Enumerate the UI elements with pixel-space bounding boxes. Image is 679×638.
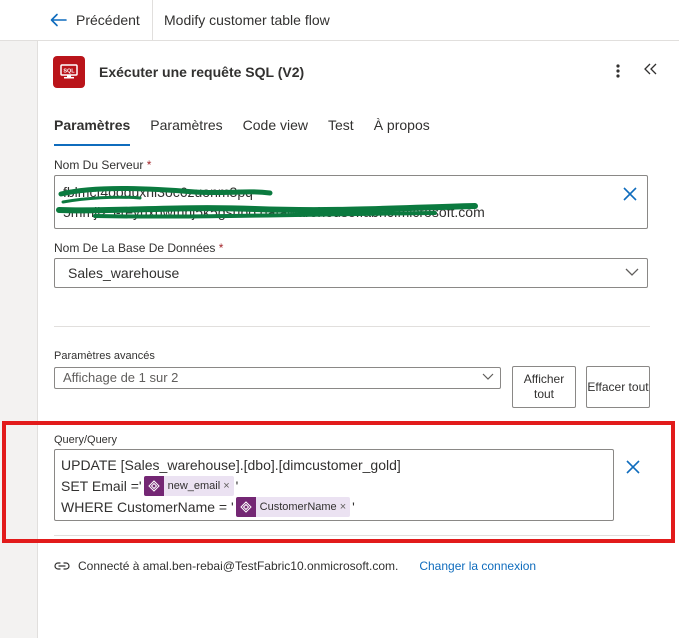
show-all-button[interactable]: Afficher tout xyxy=(512,366,576,408)
token-label: CustomerName xyxy=(259,501,337,513)
dynamic-content-token[interactable]: new_email × xyxy=(143,476,234,496)
chevron-down-icon xyxy=(625,268,639,276)
server-name-label: Nom Du Serveur * xyxy=(54,158,151,172)
server-name-input[interactable]: fblmcf4ooduxni3oc6zuonm3pq- 5mmji25-reyu… xyxy=(54,175,648,229)
advanced-params-select[interactable]: Affichage de 1 sur 2 xyxy=(54,367,501,389)
query-line-3-prefix: WHERE CustomerName = ' xyxy=(61,499,234,515)
arrow-left-icon xyxy=(50,13,67,27)
query-line-2: SET Email =' new_email × ' xyxy=(61,476,238,496)
flow-title: Modify customer table flow xyxy=(164,12,330,28)
token-label: new_email xyxy=(167,480,221,492)
link-icon xyxy=(54,562,70,570)
back-button-label: Précédent xyxy=(76,12,140,28)
redaction-scribble xyxy=(56,186,478,219)
query-line-2-prefix: SET Email =' xyxy=(61,478,142,494)
required-marker: * xyxy=(146,158,152,172)
query-line-2-suffix: ' xyxy=(235,478,239,494)
database-value: Sales_warehouse xyxy=(68,265,180,281)
required-marker: * xyxy=(218,241,224,255)
tab-bar: Paramètres Paramètres Code view Test À p… xyxy=(54,118,450,146)
query-label: Query/Query xyxy=(54,434,117,446)
section-divider xyxy=(54,535,650,536)
database-select[interactable]: Sales_warehouse xyxy=(54,258,648,288)
tab-about[interactable]: À propos xyxy=(374,118,430,146)
query-line-3: WHERE CustomerName = ' CustomerName × ' xyxy=(61,497,355,517)
connection-text: Connecté à amal.ben-rebai@TestFabric10.o… xyxy=(78,559,399,573)
clear-query-icon[interactable] xyxy=(624,458,642,476)
dynamic-content-token[interactable]: CustomerName × xyxy=(235,497,351,517)
sql-server-icon: SQL xyxy=(53,56,85,88)
database-label-text: Nom De La Base De Données xyxy=(54,241,216,255)
remove-token-icon[interactable]: × xyxy=(223,480,233,492)
tab-test[interactable]: Test xyxy=(328,118,354,146)
chevron-double-left-icon xyxy=(644,63,657,75)
change-connection-link[interactable]: Changer la connexion xyxy=(419,559,536,573)
canvas-strip xyxy=(0,41,37,638)
collapse-panel-button[interactable] xyxy=(640,57,662,81)
query-line-3-suffix: ' xyxy=(352,499,355,515)
clear-server-icon[interactable] xyxy=(622,186,638,202)
back-button[interactable]: Précédent xyxy=(50,0,140,40)
clear-all-button[interactable]: Effacer tout xyxy=(586,366,650,408)
action-panel: SQL Exécuter une requête SQL (V2) Paramè… xyxy=(37,41,679,638)
power-apps-icon xyxy=(143,476,164,496)
action-title: Exécuter une requête SQL (V2) xyxy=(99,64,305,80)
advanced-params-label: Paramètres avancés xyxy=(54,350,155,362)
top-bar: Précédent Modify customer table flow xyxy=(0,0,679,41)
server-name-label-text: Nom Du Serveur xyxy=(54,158,144,172)
tab-parameters[interactable]: Paramètres xyxy=(54,118,131,146)
tab-parameters-2[interactable]: Paramètres xyxy=(150,118,222,146)
remove-token-icon[interactable]: × xyxy=(340,501,350,513)
section-divider xyxy=(54,326,650,327)
more-options-button[interactable] xyxy=(610,59,626,83)
chevron-down-icon xyxy=(482,373,494,380)
more-vertical-icon xyxy=(616,64,620,78)
database-label: Nom De La Base De Données * xyxy=(54,241,223,255)
topbar-divider xyxy=(152,0,153,40)
svg-text:SQL: SQL xyxy=(63,69,75,75)
advanced-params-value: Affichage de 1 sur 2 xyxy=(63,370,179,385)
connection-info: Connecté à amal.ben-rebai@TestFabric10.o… xyxy=(54,556,536,576)
tab-code-view[interactable]: Code view xyxy=(243,118,308,146)
query-input[interactable]: UPDATE [Sales_warehouse].[dbo].[dimcusto… xyxy=(54,449,614,521)
power-apps-icon xyxy=(235,497,256,517)
query-line-1: UPDATE [Sales_warehouse].[dbo].[dimcusto… xyxy=(61,457,401,473)
